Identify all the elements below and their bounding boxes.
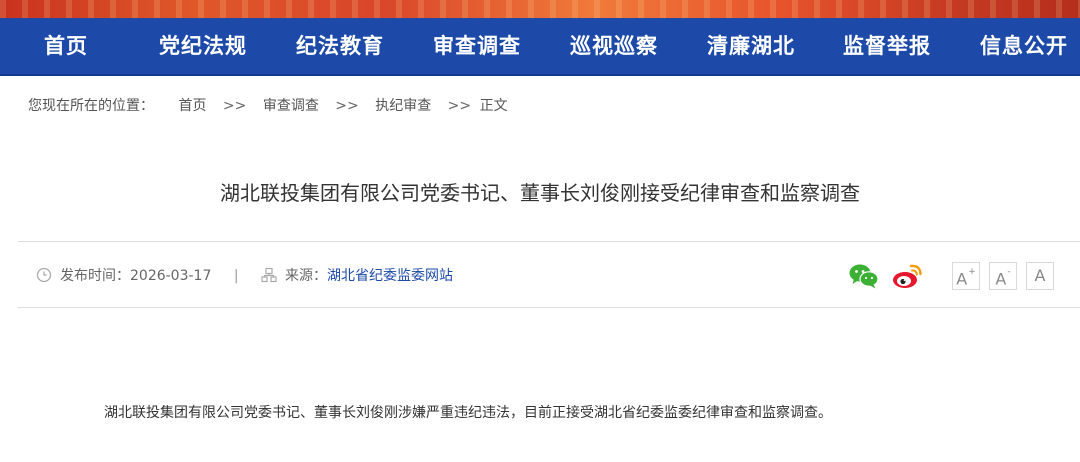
font-size-increase-mark: + bbox=[968, 267, 976, 277]
font-size-reset-button[interactable]: A bbox=[1026, 262, 1054, 290]
breadcrumb-separator: >> bbox=[222, 98, 247, 114]
nav-item-home[interactable]: 首页 bbox=[44, 18, 88, 74]
nav-item-clean-hubei[interactable]: 清廉湖北 bbox=[707, 18, 795, 74]
nav-item-discipline-education[interactable]: 纪法教育 bbox=[296, 18, 384, 74]
source-icon bbox=[261, 267, 277, 283]
font-size-reset-label: A bbox=[1034, 266, 1046, 285]
source-label: 来源： bbox=[285, 268, 327, 284]
nav-item-report[interactable]: 监督举报 bbox=[843, 18, 931, 74]
meta-divider-line bbox=[18, 307, 1080, 308]
article-body: 湖北联投集团有限公司党委书记、董事长刘俊刚涉嫌严重违纪违法，目前正接受湖北省纪委… bbox=[104, 405, 832, 421]
breadcrumb-prefix: 您现在所在的位置： bbox=[28, 98, 154, 114]
nav-item-party-regulations[interactable]: 党纪法规 bbox=[159, 18, 247, 74]
source-value: 湖北省纪委监委网站 bbox=[327, 268, 453, 284]
nav-item-info-disclosure[interactable]: 信息公开 bbox=[980, 18, 1068, 74]
article-title: 湖北联投集团有限公司党委书记、董事长刘俊刚接受纪律审查和监察调查 bbox=[220, 181, 860, 205]
publish-date: 2026-03-17 bbox=[130, 268, 212, 284]
breadcrumb-separator: >> bbox=[335, 98, 359, 114]
font-size-increase-button[interactable]: A+ bbox=[952, 262, 980, 290]
wechat-icon[interactable] bbox=[848, 262, 880, 290]
breadcrumb-item-home[interactable]: 首页 bbox=[178, 96, 206, 116]
font-size-decrease-label: A bbox=[995, 269, 1007, 289]
main-nav: 首页 党纪法规 纪法教育 审查调查 巡视巡察 清廉湖北 监督举报 信息公开 bbox=[0, 18, 1080, 76]
breadcrumb-separator: >> bbox=[447, 98, 472, 114]
breadcrumb-item-current: 正文 bbox=[479, 98, 508, 114]
publish-date-label: 发布时间： bbox=[60, 268, 130, 284]
font-size-decrease-button[interactable]: A- bbox=[989, 262, 1017, 290]
font-size-increase-label: A bbox=[956, 269, 968, 289]
title-divider bbox=[18, 241, 1080, 242]
breadcrumb-item-discipline-review[interactable]: 执纪审查 bbox=[375, 96, 431, 116]
header-banner-strip bbox=[0, 0, 1080, 18]
clock-icon bbox=[36, 267, 52, 283]
nav-item-inspection[interactable]: 巡视巡察 bbox=[570, 18, 658, 74]
weibo-icon[interactable] bbox=[891, 262, 923, 290]
font-size-decrease-mark: - bbox=[1007, 267, 1011, 277]
breadcrumb-item-investigation[interactable]: 审查调查 bbox=[263, 96, 319, 116]
article-meta: 发布时间：2026-03-17 | 来源：湖北省纪委监委网站 bbox=[36, 265, 453, 287]
nav-item-investigation[interactable]: 审查调查 bbox=[433, 18, 521, 74]
meta-divider: | bbox=[233, 268, 239, 284]
breadcrumb: 您现在所在的位置： 首页 >> 审查调查 >> 执纪审查 >> 正文 bbox=[28, 96, 508, 116]
